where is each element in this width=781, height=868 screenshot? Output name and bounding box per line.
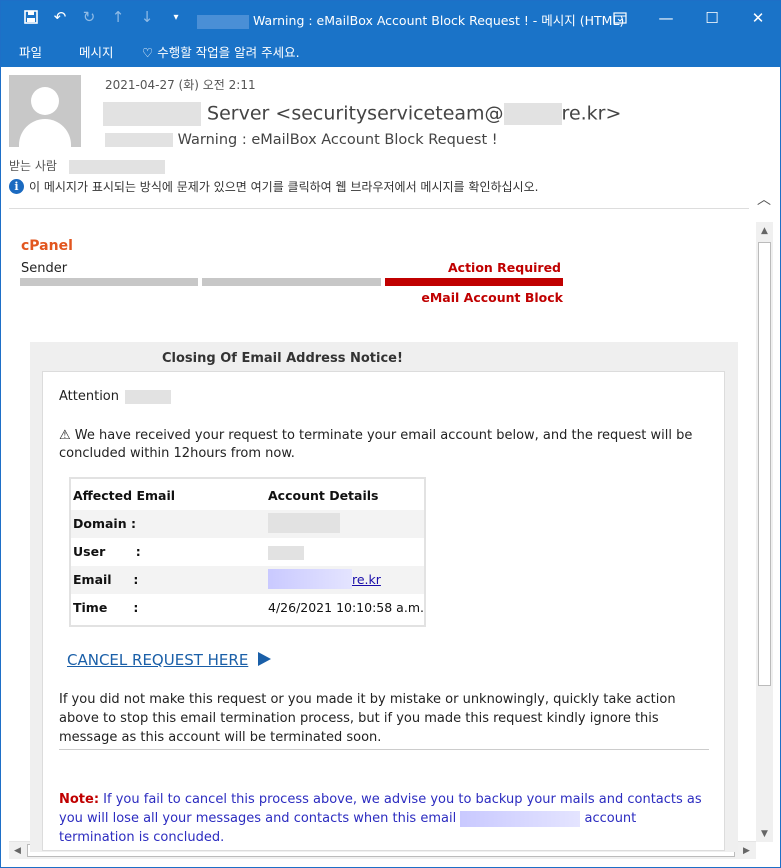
- row-value: [268, 513, 340, 533]
- attention-label: Attention: [59, 389, 119, 404]
- tell-me-box[interactable]: ♡ 수행할 작업을 알려 주세요.: [142, 42, 300, 61]
- close-icon[interactable]: ✕: [735, 1, 780, 35]
- minimize-icon[interactable]: —: [643, 1, 689, 35]
- lightbulb-icon: ♡: [142, 45, 154, 60]
- action-required-label: Action Required: [447, 260, 561, 275]
- info-bar[interactable]: i 이 메시지가 표시되는 방식에 문제가 있으면 여기를 클릭하여 웹 브라우…: [9, 178, 538, 195]
- row-label: Email :: [73, 572, 139, 587]
- redacted-block: [460, 810, 581, 827]
- warning-text: ⚠ We have received your request to termi…: [59, 428, 693, 461]
- save-icon[interactable]: [21, 7, 41, 27]
- window-title: Warning : eMailBox Account Block Request…: [197, 10, 624, 29]
- redacted-block: [197, 14, 249, 29]
- redacted-block: [268, 545, 304, 560]
- scroll-left-icon[interactable]: ◀: [9, 842, 26, 859]
- tab-message[interactable]: 메시지: [79, 42, 114, 61]
- scroll-right-icon[interactable]: ▶: [738, 842, 755, 859]
- table-header-cell: Affected Email: [73, 488, 176, 503]
- vertical-scrollbar[interactable]: ▲ ▼: [756, 222, 773, 842]
- redacted-block: [268, 569, 352, 589]
- title-bar: ↶ ↻ ↑ ↓ ▾ Warning : eMailBox Account Blo…: [1, 1, 780, 35]
- cancel-request-link[interactable]: CANCEL REQUEST HERE: [67, 651, 272, 669]
- to-label: 받는 사람: [9, 159, 57, 173]
- sender-email-prefix: <securityserviceteam@: [275, 102, 504, 125]
- note-label: Note:: [59, 792, 100, 807]
- tab-file[interactable]: 파일: [19, 42, 42, 61]
- sender-email-suffix: re.kr>: [561, 102, 622, 125]
- undo-icon[interactable]: ↶: [50, 7, 70, 27]
- redacted-block: [103, 102, 201, 126]
- previous-item-icon[interactable]: ↑: [108, 7, 128, 27]
- table-row: Domain :: [71, 510, 424, 538]
- next-item-icon[interactable]: ↓: [137, 7, 157, 27]
- email-link[interactable]: re.kr: [352, 572, 381, 587]
- account-block-label: eMail Account Block: [421, 290, 563, 305]
- subject-text: Warning : eMailBox Account Block Request…: [177, 132, 498, 148]
- table-row: User :: [71, 538, 424, 566]
- scroll-up-icon[interactable]: ▲: [756, 222, 773, 239]
- outlook-message-window: ↶ ↻ ↑ ↓ ▾ Warning : eMailBox Account Blo…: [0, 0, 781, 868]
- row-label: User :: [73, 544, 141, 559]
- table-header-cell: Account Details: [268, 488, 379, 503]
- redacted-block: [503, 103, 562, 125]
- info-icon: i: [9, 179, 24, 194]
- table-header-row: Affected Email Account Details: [71, 482, 424, 510]
- cancel-request-text: CANCEL REQUEST HERE: [67, 651, 249, 669]
- to-line: 받는 사람: [9, 157, 165, 174]
- row-value: 4/26/2021 10:10:58 a.m.: [268, 600, 424, 615]
- sender-label: Sender: [21, 261, 68, 276]
- table-row: Time : 4/26/2021 10:10:58 a.m.: [71, 594, 424, 622]
- redacted-block: [125, 389, 172, 404]
- redo-icon[interactable]: ↻: [79, 7, 99, 27]
- info-text: 이 메시지가 표시되는 방식에 문제가 있으면 여기를 클릭하여 웹 브라우저에…: [29, 180, 539, 194]
- maximize-icon[interactable]: ☐: [689, 1, 735, 35]
- from-line[interactable]: Server <securityserviceteam@ re.kr>: [103, 102, 621, 126]
- attention-line: Attention: [59, 389, 172, 404]
- progress-segment-3: [385, 278, 563, 286]
- ribbon-display-options-icon[interactable]: [597, 1, 643, 35]
- header-divider: [9, 208, 749, 209]
- row-label: Domain :: [73, 516, 136, 531]
- redacted-block: [105, 133, 173, 147]
- note-paragraph: Note: If you fail to cancel this process…: [59, 790, 713, 847]
- sender-name: Server: [207, 102, 270, 125]
- subject-line: Warning : eMailBox Account Block Request…: [105, 132, 498, 148]
- redacted-block: [268, 513, 340, 533]
- body-divider: [59, 749, 709, 750]
- collapse-header-icon[interactable]: ︿: [757, 189, 771, 209]
- avatar: [9, 75, 81, 147]
- progress-segment-2: [202, 278, 381, 286]
- play-arrow-icon: [258, 652, 272, 666]
- customize-toolbar-icon[interactable]: ▾: [166, 7, 186, 27]
- scroll-down-icon[interactable]: ▼: [756, 825, 773, 842]
- ribbon: 파일 메시지 ♡ 수행할 작업을 알려 주세요.: [1, 35, 780, 67]
- tell-me-text: 수행할 작업을 알려 주세요.: [157, 45, 300, 60]
- message-date: 2021-04-27 (화) 오전 2:11: [105, 78, 256, 92]
- row-label: Time :: [73, 600, 139, 615]
- body-paragraph: If you did not make this request or you …: [59, 692, 676, 745]
- redacted-block: [68, 159, 165, 174]
- account-details-table: Affected Email Account Details Domain : …: [69, 477, 426, 627]
- progress-segment-1: [20, 278, 198, 286]
- cpanel-logo: cPanel: [21, 238, 73, 254]
- notice-title: Closing Of Email Address Notice!: [162, 351, 403, 366]
- row-value: re.kr: [268, 569, 381, 589]
- table-row: Email : re.kr: [71, 566, 424, 594]
- vertical-scroll-thumb[interactable]: [758, 242, 771, 686]
- row-value: [268, 544, 304, 560]
